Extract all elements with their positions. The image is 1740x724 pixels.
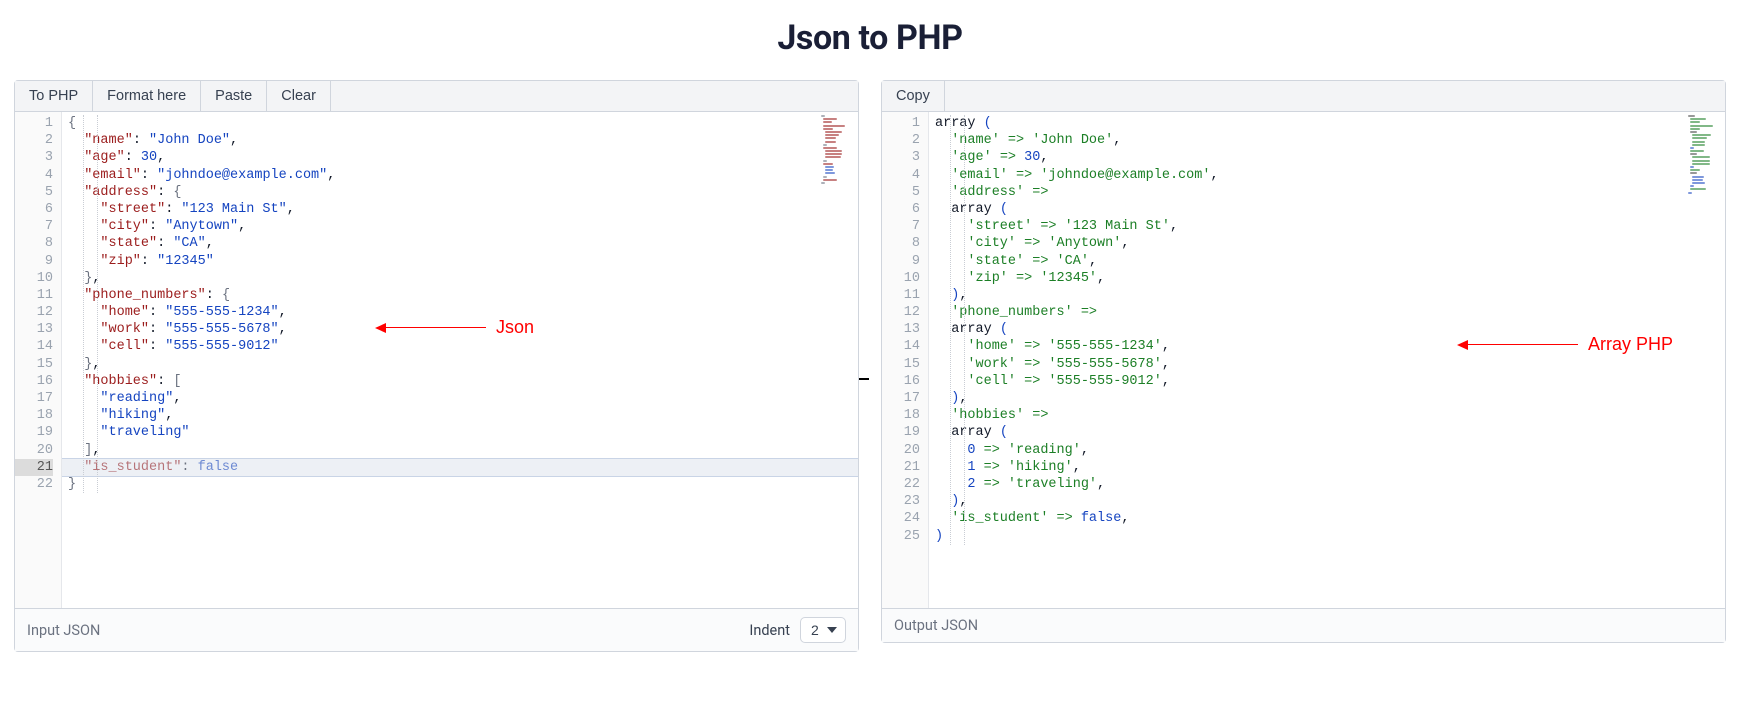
input-code[interactable]: { "name": "John Doe", "age": 30, "email"…	[62, 112, 858, 608]
input-minimap	[821, 115, 855, 185]
output-minimap	[1688, 115, 1722, 195]
indent-label: Indent	[749, 622, 790, 639]
to-php-button[interactable]: To PHP	[15, 81, 93, 111]
format-here-button[interactable]: Format here	[93, 81, 201, 111]
output-editor[interactable]: 1234567891011121314151617181920212223242…	[882, 112, 1725, 608]
output-footer: Output JSON	[882, 608, 1725, 642]
output-code[interactable]: array ( 'name' => 'John Doe', 'age' => 3…	[929, 112, 1725, 608]
input-editor[interactable]: 12345678910111213141516171819202122 { "n…	[15, 112, 858, 608]
input-panel: To PHP Format here Paste Clear 123456789…	[14, 80, 859, 652]
input-footer-label: Input JSON	[27, 622, 100, 639]
copy-button[interactable]: Copy	[882, 81, 945, 111]
output-footer-label: Output JSON	[894, 617, 978, 634]
panels: To PHP Format here Paste Clear 123456789…	[0, 80, 1740, 664]
page-title: Json to PHP	[0, 0, 1740, 80]
input-gutter: 12345678910111213141516171819202122	[15, 112, 62, 608]
output-gutter: 1234567891011121314151617181920212223242…	[882, 112, 929, 608]
indent-select[interactable]: 2	[800, 617, 846, 643]
output-toolbar: Copy	[882, 81, 1725, 112]
input-footer: Input JSON Indent 2	[15, 608, 858, 651]
paste-button[interactable]: Paste	[201, 81, 267, 111]
clear-button[interactable]: Clear	[267, 81, 331, 111]
input-toolbar: To PHP Format here Paste Clear	[15, 81, 858, 112]
separator-mark	[859, 378, 869, 380]
output-panel: Copy 12345678910111213141516171819202122…	[881, 80, 1726, 643]
